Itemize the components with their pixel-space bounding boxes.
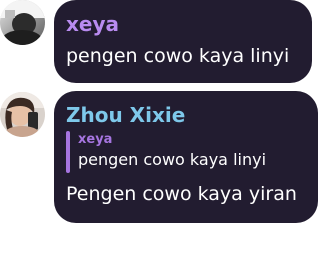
user-avatar-photo-icon: [0, 0, 45, 45]
avatar[interactable]: [0, 92, 45, 137]
message-bubble[interactable]: Zhou Xixie xeya pengen cowo kaya linyi P…: [54, 91, 318, 223]
reply-sender: xeya: [78, 132, 113, 147]
avatar[interactable]: [0, 0, 45, 45]
message-sender[interactable]: xeya: [66, 14, 119, 34]
reply-quote[interactable]: xeya pengen cowo kaya linyi: [66, 131, 306, 173]
reply-text: pengen cowo kaya linyi: [78, 150, 267, 169]
message-text: Pengen cowo kaya yiran: [66, 183, 297, 205]
message-bubble[interactable]: xeya pengen cowo kaya linyi: [54, 0, 312, 83]
user-avatar-photo-icon: [0, 92, 45, 137]
message-text: pengen cowo kaya linyi: [66, 45, 290, 67]
reply-bar: [66, 131, 70, 173]
message-sender[interactable]: Zhou Xixie: [66, 105, 185, 125]
